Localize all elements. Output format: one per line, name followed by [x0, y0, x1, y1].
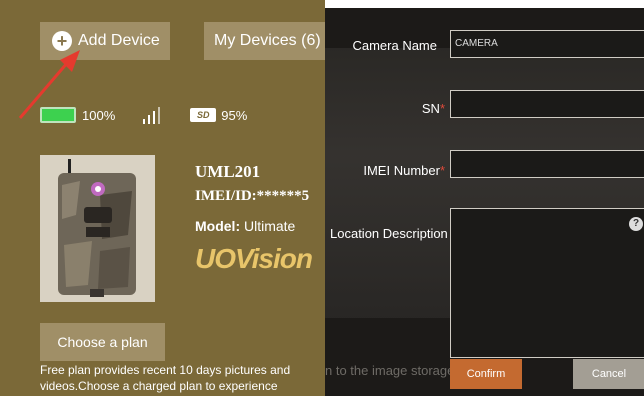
- signal-icon: [143, 106, 161, 124]
- storage-value: 95%: [221, 107, 248, 123]
- device-model: Model: Ultimate: [195, 218, 295, 234]
- sn-input[interactable]: [450, 90, 644, 118]
- location-description-label: Location Description: [330, 226, 448, 241]
- model-value: Ultimate: [244, 218, 296, 234]
- battery-value: 100%: [82, 107, 116, 123]
- cancel-button[interactable]: Cancel: [573, 359, 644, 389]
- camera-name-label: Camera Name: [352, 38, 437, 53]
- imei-number-label: IMEI Number*: [363, 163, 445, 178]
- sd-card-icon: SD: [190, 108, 217, 122]
- model-label: Model:: [195, 218, 241, 234]
- my-devices-label: My Devices (6): [214, 32, 321, 49]
- device-imei: IMEI/ID:******5: [195, 188, 310, 204]
- choose-plan-button[interactable]: Choose a plan: [40, 323, 165, 361]
- background-text: n to the image storage,: [325, 363, 458, 378]
- add-device-dialog: Camera Name CAMERA SN* IMEI Number* Loca…: [325, 8, 644, 396]
- battery-icon: [40, 107, 76, 123]
- plan-description: Free plan provides recent 10 days pictur…: [40, 363, 291, 393]
- sn-label: SN*: [421, 101, 445, 116]
- brand-logo: UOVision: [195, 243, 313, 274]
- location-description-textarea[interactable]: [450, 208, 644, 358]
- my-devices-button[interactable]: My Devices (6): [204, 22, 325, 60]
- camera-image: [40, 155, 155, 302]
- help-icon[interactable]: ?: [629, 217, 643, 231]
- camera-name-input[interactable]: CAMERA: [450, 30, 644, 58]
- device-status: 100% SD 95%: [40, 105, 247, 125]
- imei-number-input[interactable]: [450, 150, 644, 178]
- device-name: UML201: [195, 162, 261, 181]
- device-panel: + Add Device My Devices (6) 100% SD 95% …: [0, 0, 325, 396]
- confirm-button[interactable]: Confirm: [450, 359, 522, 389]
